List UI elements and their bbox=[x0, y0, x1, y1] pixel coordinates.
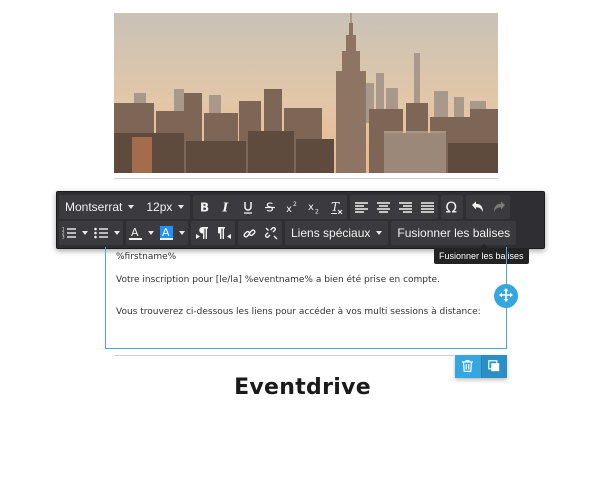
unlink-button[interactable] bbox=[260, 221, 282, 245]
redo-button[interactable] bbox=[488, 195, 510, 219]
italic-icon: I bbox=[220, 201, 232, 213]
rtl-button[interactable] bbox=[213, 221, 235, 245]
align-center-button[interactable] bbox=[372, 195, 394, 219]
italic-button[interactable]: I bbox=[215, 195, 237, 219]
chevron-down-icon bbox=[376, 231, 383, 235]
font-family-value: Montserrat bbox=[65, 200, 123, 214]
move-handle[interactable] bbox=[494, 284, 518, 308]
chevron-down-icon bbox=[82, 231, 88, 235]
link-icon bbox=[242, 227, 256, 240]
font-size-dropdown[interactable]: 12px bbox=[140, 195, 190, 219]
chevron-down-icon bbox=[148, 231, 154, 235]
duplicate-icon bbox=[488, 357, 500, 376]
rich-text-toolbar: Montserrat 12px B I S x2 x2 T Ω bbox=[56, 191, 545, 249]
font-color-icon: A bbox=[129, 226, 142, 240]
insert-link-button[interactable] bbox=[238, 221, 260, 245]
special-char-icon: Ω bbox=[445, 200, 460, 214]
sessions-links-text[interactable]: Vous trouverez ci-dessous les liens pour… bbox=[116, 307, 481, 317]
chevron-down-icon bbox=[179, 231, 185, 235]
superscript-icon: x2 bbox=[285, 201, 299, 213]
svg-text:B: B bbox=[200, 201, 209, 213]
font-color-button[interactable]: A bbox=[126, 221, 157, 245]
chevron-down-icon bbox=[114, 231, 120, 235]
hero-image bbox=[114, 13, 498, 173]
special-char-button[interactable]: Ω bbox=[441, 195, 463, 219]
redo-icon bbox=[493, 201, 506, 213]
text-block-editor[interactable]: %firstname% Votre inscription pour [le/l… bbox=[105, 247, 507, 349]
undo-icon bbox=[471, 201, 484, 213]
chevron-down-icon bbox=[128, 205, 135, 209]
unlink-icon bbox=[264, 226, 278, 240]
undo-button[interactable] bbox=[466, 195, 488, 219]
strikethrough-button[interactable]: S bbox=[259, 195, 281, 219]
merge-tags-button[interactable]: Fusionner les balises bbox=[391, 221, 516, 245]
ltr-button[interactable] bbox=[191, 221, 213, 245]
clear-format-icon: T bbox=[330, 201, 343, 214]
svg-text:I: I bbox=[222, 201, 229, 213]
font-family-dropdown[interactable]: Montserrat bbox=[59, 195, 140, 219]
svg-text:2: 2 bbox=[293, 201, 297, 208]
align-left-icon bbox=[354, 201, 368, 213]
clear-format-button[interactable]: T bbox=[325, 195, 347, 219]
background-color-icon: A bbox=[160, 226, 173, 240]
svg-text:T: T bbox=[331, 201, 340, 214]
bold-icon: B bbox=[198, 201, 210, 213]
superscript-button[interactable]: x2 bbox=[281, 195, 303, 219]
svg-text:A: A bbox=[131, 226, 139, 239]
rtl-icon bbox=[217, 227, 231, 239]
registration-confirmation-text[interactable]: Votre inscription pour [le/la] %eventnam… bbox=[116, 275, 440, 285]
align-justify-button[interactable] bbox=[416, 195, 438, 219]
svg-text:A: A bbox=[162, 226, 170, 239]
align-right-icon bbox=[398, 201, 412, 213]
svg-text:x: x bbox=[286, 204, 292, 213]
bold-button[interactable]: B bbox=[193, 195, 215, 219]
ltr-icon bbox=[195, 227, 209, 239]
background-color-button[interactable]: A bbox=[157, 221, 188, 245]
svg-text:2: 2 bbox=[315, 208, 319, 214]
divider-top bbox=[114, 178, 498, 179]
ordered-list-button[interactable]: 123 bbox=[59, 221, 91, 245]
move-icon bbox=[499, 287, 513, 306]
align-right-button[interactable] bbox=[394, 195, 416, 219]
unordered-list-icon bbox=[94, 227, 108, 239]
divider-bottom bbox=[114, 355, 454, 356]
align-left-button[interactable] bbox=[350, 195, 372, 219]
special-links-label: Liens spéciaux bbox=[291, 226, 371, 240]
merge-tags-label: Fusionner les balises bbox=[397, 226, 511, 240]
underline-icon bbox=[242, 201, 254, 214]
subscript-icon: x2 bbox=[307, 201, 321, 214]
subscript-button[interactable]: x2 bbox=[303, 195, 325, 219]
underline-button[interactable] bbox=[237, 195, 259, 219]
trash-icon bbox=[462, 357, 474, 376]
strikethrough-icon: S bbox=[264, 201, 276, 213]
ordered-list-icon: 123 bbox=[62, 227, 76, 239]
font-size-value: 12px bbox=[146, 200, 173, 214]
align-justify-icon bbox=[420, 201, 434, 213]
brand-logo: Eventdrive bbox=[234, 375, 371, 400]
svg-text:x: x bbox=[308, 202, 314, 213]
svg-text:Ω: Ω bbox=[445, 200, 456, 214]
unordered-list-button[interactable] bbox=[91, 221, 123, 245]
svg-text:3: 3 bbox=[62, 235, 65, 240]
firstname-merge-tag[interactable]: %firstname% bbox=[116, 252, 176, 262]
special-links-dropdown[interactable]: Liens spéciaux bbox=[285, 221, 388, 245]
align-center-icon bbox=[376, 201, 390, 213]
chevron-down-icon bbox=[178, 205, 185, 209]
